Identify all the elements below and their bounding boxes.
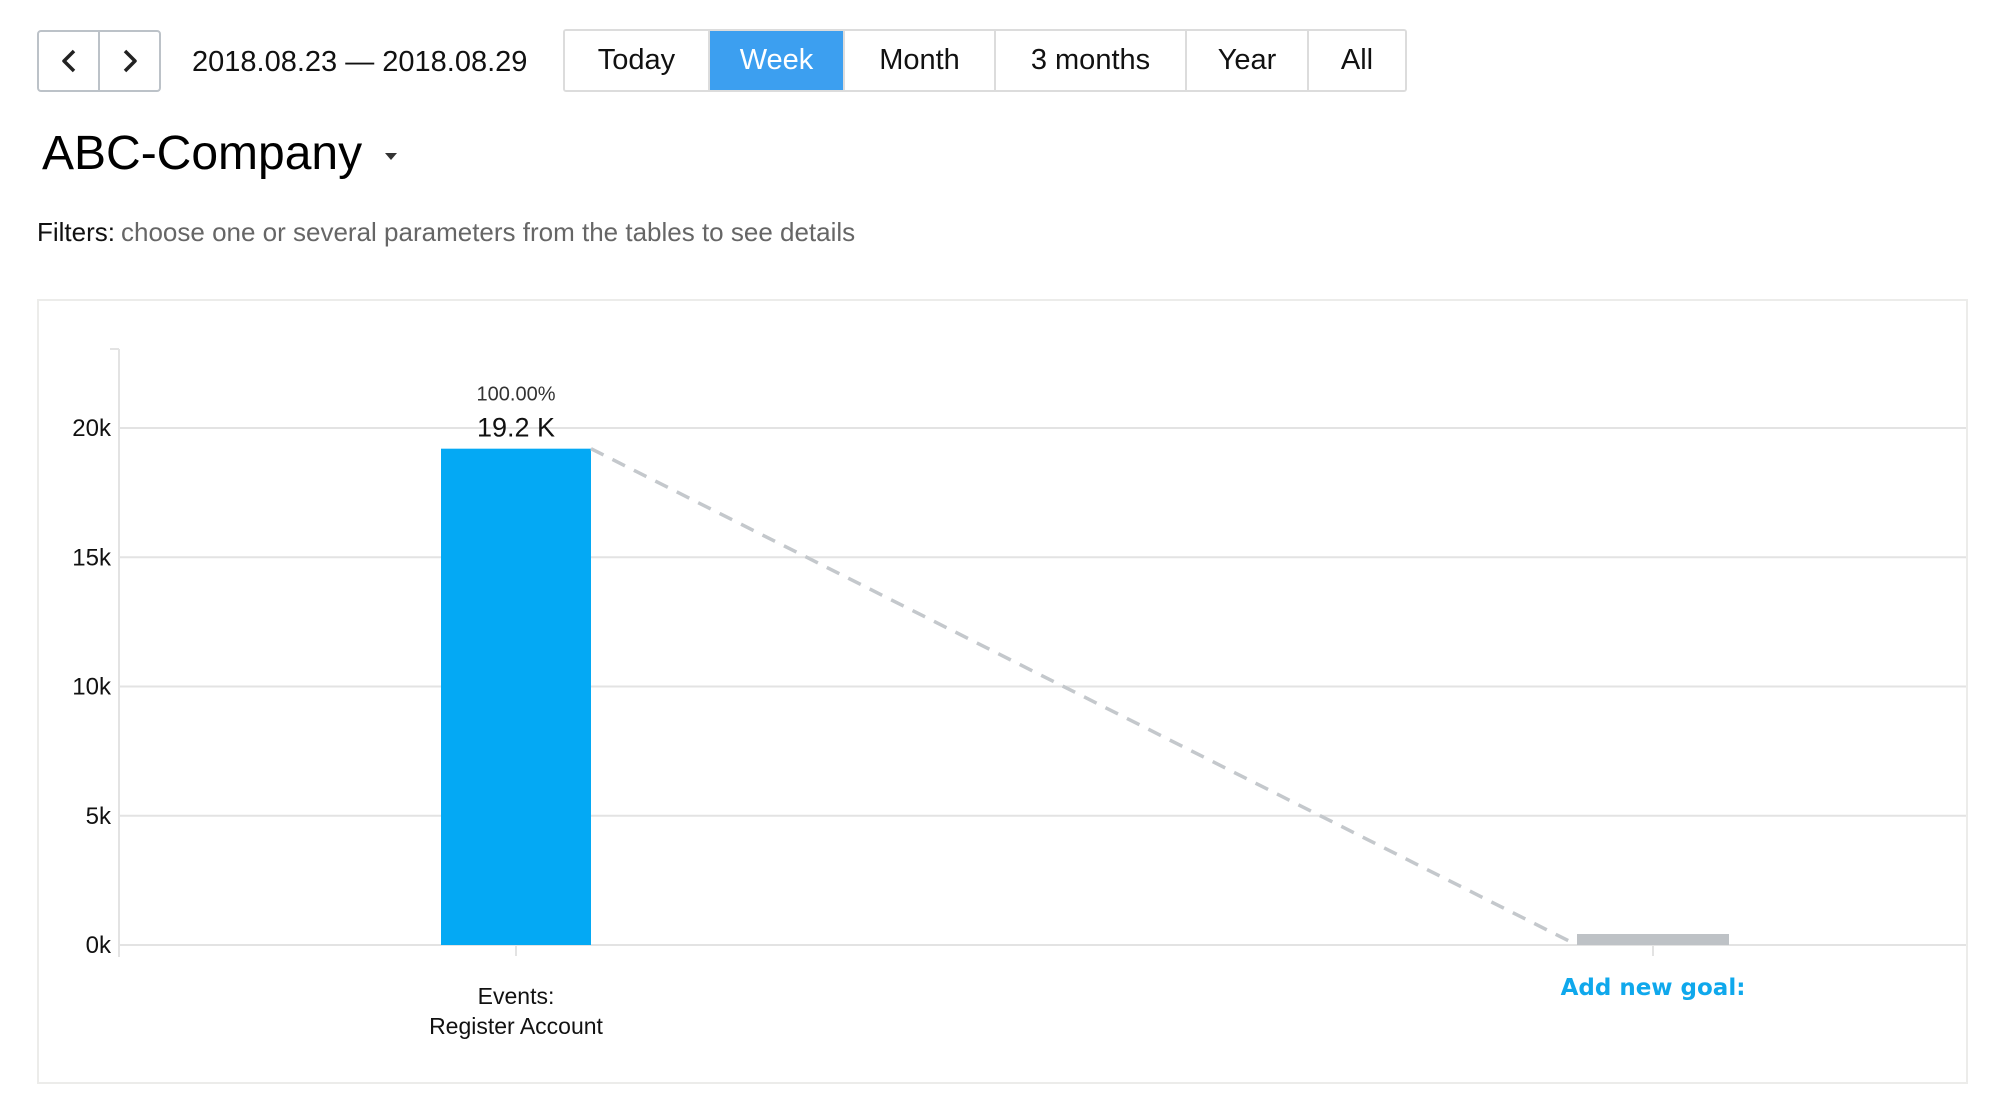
y-tick-label: 5k	[86, 803, 112, 830]
y-tick-label: 0k	[86, 932, 112, 959]
y-tick-label: 10k	[72, 674, 112, 701]
category-label: Events:	[478, 983, 555, 1009]
y-tick-label: 20k	[72, 415, 112, 442]
funnel-bar	[441, 448, 591, 945]
value-label: 19.2 K	[477, 413, 555, 443]
funnel-chart: 0k 5k 10k 15k 20k 100.00% 19.2 K Events: Registe…	[72, 348, 1966, 1039]
funnel-connector-line	[590, 447, 1578, 947]
add-goal-placeholder-bar[interactable]	[1577, 934, 1729, 945]
category-label: Register Account	[429, 1013, 603, 1039]
y-tick-label: 15k	[72, 544, 112, 571]
percent-label: 100.00%	[477, 384, 556, 406]
add-new-goal-link[interactable]: Add new goal:	[1561, 975, 1746, 1001]
